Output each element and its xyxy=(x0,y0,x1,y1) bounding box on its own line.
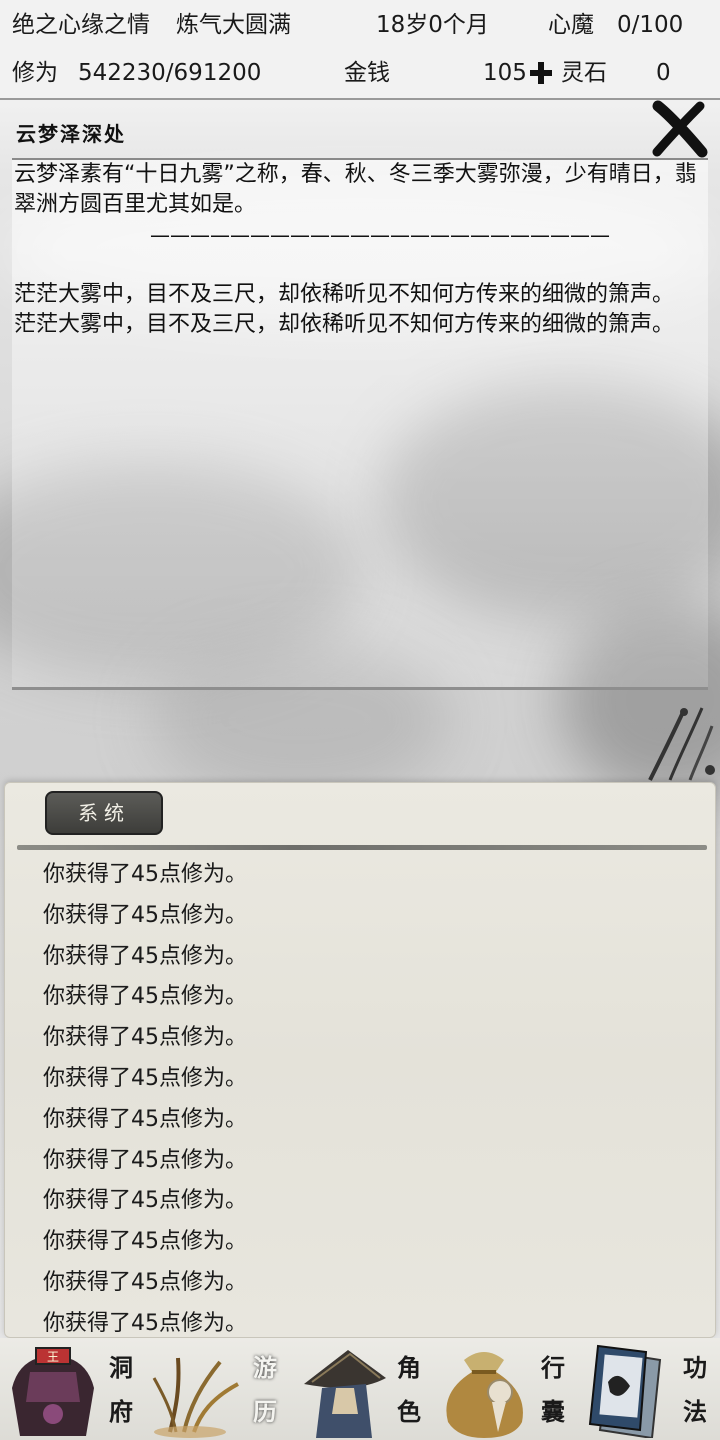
nav-cave-dwelling[interactable]: 王 洞 府 xyxy=(0,1338,144,1440)
nav-label-bottom: 历 xyxy=(253,1397,277,1426)
nav-label-bottom: 囊 xyxy=(541,1397,565,1426)
nav-label-top: 游 xyxy=(253,1353,277,1382)
description-paragraph: 云梦泽素有“十日九雾”之称，春、秋、冬三季大雾弥漫，少有晴日，翡翠洲方圆百里尤其… xyxy=(14,162,697,217)
log-entry: 你获得了45点修为。 xyxy=(43,1188,247,1214)
tab-system[interactable]: 系统 xyxy=(45,791,163,835)
travel-grass-icon xyxy=(152,1357,239,1438)
nav-techniques[interactable]: 功 法 xyxy=(576,1338,720,1440)
heart-demon-label: 心魔 xyxy=(548,12,594,38)
nav-label-top: 洞 xyxy=(109,1353,133,1382)
realm-title: 绝之心缘之情 xyxy=(12,12,150,38)
nav-label-top: 行 xyxy=(541,1353,565,1382)
nav-label-top: 功 xyxy=(683,1353,707,1382)
status-bar: 绝之心缘之情 炼气大圆满 18岁0个月 心魔 0/100 修为 542230/6… xyxy=(0,0,720,100)
log-entry: 你获得了45点修为。 xyxy=(43,1269,247,1295)
ink-grass-decoration xyxy=(648,707,715,781)
nav-label-bottom: 法 xyxy=(683,1397,707,1426)
age-text: 18岁0个月 xyxy=(376,12,489,38)
description-separator: ——————————————————————— xyxy=(150,223,610,247)
add-money-icon[interactable] xyxy=(530,62,552,84)
location-description: 云梦泽素有“十日九雾”之称，春、秋、冬三季大雾弥漫，少有晴日，翡翠洲方圆百里尤其… xyxy=(12,158,708,690)
message-log-panel: 系统 你获得了45点修为。 你获得了45点修为。 你获得了45点修为。 你获得了… xyxy=(4,782,716,1338)
close-icon xyxy=(652,100,708,158)
heart-demon-value: 0/100 xyxy=(617,12,684,38)
close-button[interactable] xyxy=(650,100,708,158)
log-entry: 你获得了45点修为。 xyxy=(43,902,247,928)
nav-label-bottom: 色 xyxy=(397,1397,421,1426)
bottom-navigation: 王 洞 府 游 历 角 色 行 囊 功 法 xyxy=(0,1338,720,1440)
log-divider xyxy=(17,845,707,850)
money-value: 105 xyxy=(483,60,527,86)
pouch-bag-icon xyxy=(446,1352,523,1438)
log-entry: 你获得了45点修为。 xyxy=(43,1065,247,1091)
description-paragraph: 茫茫大雾中，目不及三尺，却依稀听见不知何方传来的细微的箫声。 xyxy=(14,312,675,337)
log-entry: 你获得了45点修为。 xyxy=(43,984,247,1010)
spirit-stone-value: 0 xyxy=(656,60,671,86)
cultivation-label: 修为 xyxy=(12,60,58,86)
log-entry: 你获得了45点修为。 xyxy=(43,943,247,969)
cave-dwelling-icon: 王 xyxy=(12,1347,94,1436)
log-list[interactable]: 你获得了45点修为。 你获得了45点修为。 你获得了45点修为。 你获得了45点… xyxy=(43,855,683,1345)
log-entry: 你获得了45点修为。 xyxy=(43,862,247,887)
nav-character[interactable]: 角 色 xyxy=(288,1338,432,1440)
straw-hat-icon xyxy=(304,1350,386,1438)
location-title: 云梦泽深处 xyxy=(16,122,126,146)
scroll-books-icon xyxy=(588,1344,662,1438)
nav-label-bottom: 府 xyxy=(109,1397,133,1426)
log-entry: 你获得了45点修为。 xyxy=(43,1229,247,1255)
log-entry: 你获得了45点修为。 xyxy=(43,1147,247,1173)
nav-inventory[interactable]: 行 囊 xyxy=(432,1338,576,1440)
svg-text:王: 王 xyxy=(47,1350,59,1364)
description-paragraph: 茫茫大雾中，目不及三尺，却依稀听见不知何方传来的细微的箫声。 xyxy=(14,282,675,307)
nav-label-top: 角 xyxy=(397,1353,421,1382)
money-label: 金钱 xyxy=(344,60,390,86)
cultivation-value: 542230/691200 xyxy=(78,60,262,86)
log-entry: 你获得了45点修为。 xyxy=(43,1106,247,1132)
cultivation-stage: 炼气大圆满 xyxy=(176,12,291,38)
spirit-stone-label: 灵石 xyxy=(561,60,607,86)
log-entry: 你获得了45点修为。 xyxy=(43,1025,247,1051)
nav-travel[interactable]: 游 历 xyxy=(144,1338,288,1440)
